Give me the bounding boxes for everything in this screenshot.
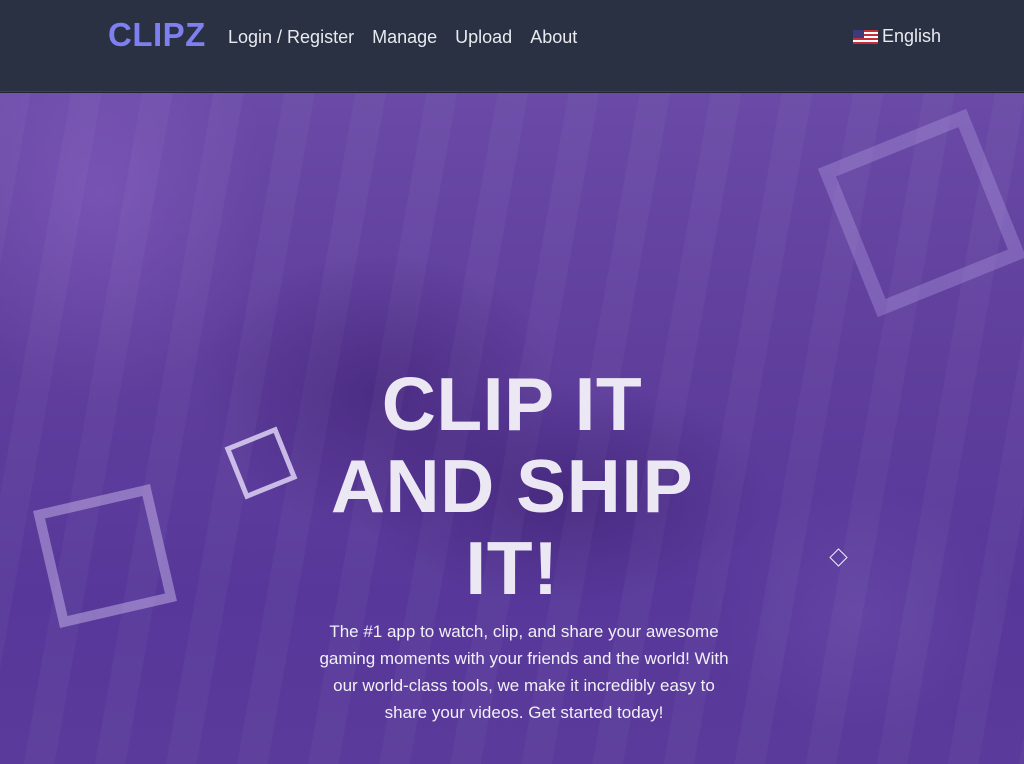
nav-login-register-link[interactable]: Login / Register xyxy=(228,27,354,48)
us-flag-icon xyxy=(853,29,878,44)
nav-manage-link[interactable]: Manage xyxy=(372,27,437,48)
navbar: CLIPZ Login / Register Manage Upload Abo… xyxy=(0,0,1024,92)
hero-headline: CLIP IT AND SHIP IT! xyxy=(330,362,694,610)
nav-about-link[interactable]: About xyxy=(530,27,577,48)
hero-section: CLIP IT AND SHIP IT! The #1 app to watch… xyxy=(0,93,1024,764)
language-label: English xyxy=(882,26,942,46)
logo[interactable]: CLIPZ xyxy=(108,16,206,54)
nav-upload-link[interactable]: Upload xyxy=(455,27,512,48)
hero-tagline: The #1 app to watch, clip, and share you… xyxy=(319,622,729,722)
language-selector[interactable]: English xyxy=(853,26,941,47)
nav-links: Login / Register Manage Upload About xyxy=(228,27,595,48)
